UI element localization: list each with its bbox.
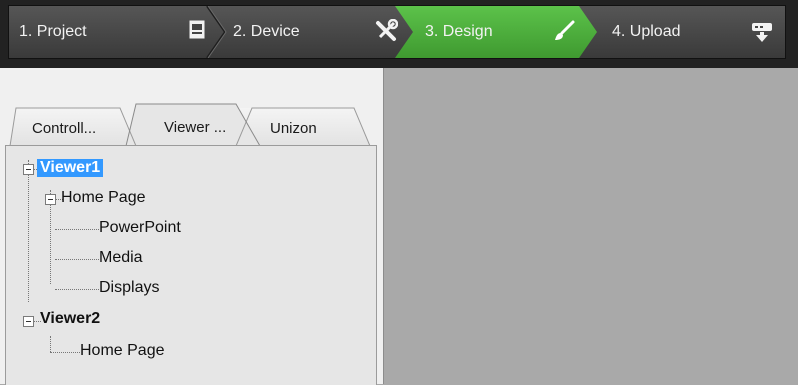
step-project[interactable]: 1. Project [9, 6, 209, 58]
tree-node-displays[interactable]: Displays [99, 279, 159, 297]
tree-line [50, 352, 80, 353]
step-project-label: 1. Project [19, 23, 87, 40]
step-device-label: 2. Device [233, 23, 300, 40]
tree-node-media[interactable]: Media [99, 249, 143, 267]
tools-icon [374, 18, 399, 48]
tree-node-home-page-2[interactable]: Home Page [80, 342, 165, 360]
tree-node-home-page[interactable]: Home Page [61, 189, 146, 207]
tree-node-powerpoint[interactable]: PowerPoint [99, 219, 181, 237]
upload-device-icon [751, 21, 773, 48]
wizard-bar: 1. Project 2. Device 3. Design 4. Upload [0, 0, 798, 68]
collapse-viewer1-toggle[interactable] [23, 164, 34, 175]
tree-line [55, 229, 99, 230]
collapse-viewer2-toggle[interactable] [23, 316, 34, 327]
step-upload[interactable]: 4. Upload [594, 6, 784, 58]
paintbrush-icon [552, 19, 576, 48]
step-design-label: 3. Design [425, 23, 493, 40]
tree-line [55, 259, 99, 260]
document-icon [189, 20, 205, 45]
step-device[interactable]: 2. Device [209, 6, 399, 58]
tree-line [55, 289, 99, 290]
tab-outlines [9, 103, 371, 147]
collapse-home-page-toggle[interactable] [45, 194, 56, 205]
project-panel: Controll... Unizon Viewer ... Viewer1 Ho… [0, 68, 383, 385]
tree-line [28, 160, 29, 302]
tree-node-viewer1[interactable]: Viewer1 [37, 159, 104, 177]
design-canvas[interactable] [383, 68, 798, 384]
step-upload-label: 4. Upload [612, 23, 681, 40]
viewer-tree: Viewer1 Home Page PowerPoint Media Displ… [5, 145, 377, 385]
tree-node-viewer2[interactable]: Viewer2 [40, 310, 100, 328]
wizard-steps: 1. Project 2. Device 3. Design 4. Upload [8, 5, 786, 59]
tree-line [50, 336, 51, 352]
step-design[interactable]: 3. Design [399, 6, 594, 58]
